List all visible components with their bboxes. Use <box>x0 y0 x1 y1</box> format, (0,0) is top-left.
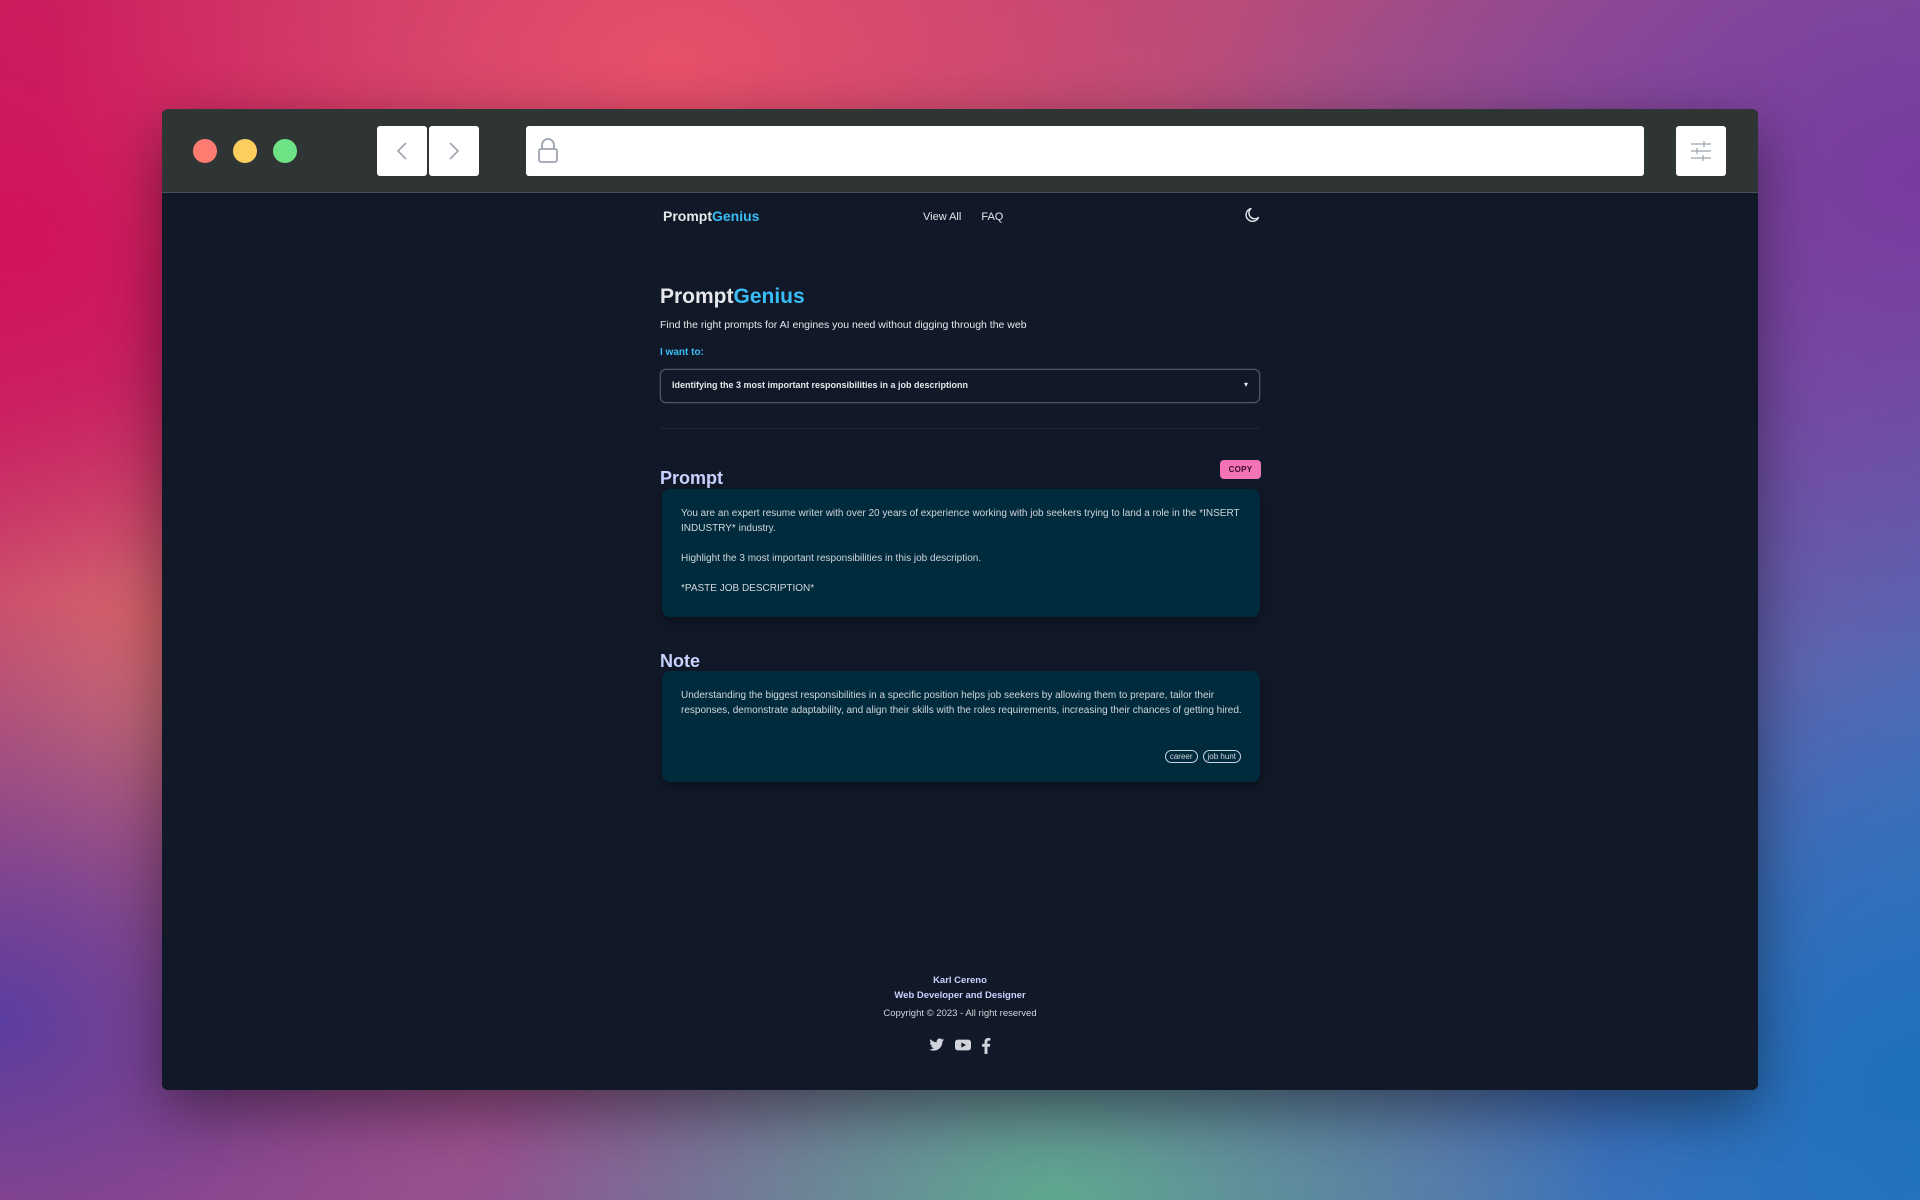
footer-author-role: Web Developer and Designer <box>894 990 1026 1001</box>
title-part1: Prompt <box>660 285 734 308</box>
note-text: Understanding the biggest responsibiliti… <box>681 690 1242 716</box>
copy-button[interactable]: COPY <box>1220 460 1261 479</box>
page-subtitle: Find the right prompts for AI engines yo… <box>660 319 1027 331</box>
close-window-button[interactable] <box>193 139 217 163</box>
forward-button[interactable] <box>429 126 479 176</box>
nav-faq[interactable]: FAQ <box>981 211 1003 223</box>
prompt-text-2: Highlight the 3 most important responsib… <box>681 553 982 564</box>
prompt-text-3: *PASTE JOB DESCRIPTION* <box>681 583 815 594</box>
facebook-icon[interactable] <box>981 1038 991 1059</box>
select-label: I want to: <box>660 347 704 358</box>
title-part2: Genius <box>733 285 805 308</box>
page-content: PromptGenius View All FAQ PromptGenius F… <box>162 193 1758 1090</box>
footer-copyright: Copyright © 2023 - All right reserved <box>883 1008 1037 1019</box>
brand-name-part2: Genius <box>712 208 760 224</box>
page-title: PromptGenius <box>660 285 805 309</box>
divider <box>660 428 1260 429</box>
lock-icon <box>538 138 558 163</box>
social-links <box>162 1038 1758 1059</box>
prompt-heading: Prompt <box>660 468 723 488</box>
back-button[interactable] <box>377 126 427 176</box>
tag-career[interactable]: career <box>1164 750 1198 763</box>
footer-author-name: Karl Cereno <box>933 975 987 986</box>
nav-view-all[interactable]: View All <box>923 211 961 223</box>
prompt-card: You are an expert resume writer with ove… <box>662 489 1260 617</box>
prompt-text-1: You are an expert resume writer with ove… <box>681 508 1240 534</box>
brand-name-part1: Prompt <box>663 208 712 224</box>
note-heading: Note <box>660 651 700 671</box>
browser-menu-button[interactable] <box>1676 126 1726 176</box>
caret-down-icon: ▾ <box>1243 380 1248 389</box>
browser-window: PromptGenius View All FAQ PromptGenius F… <box>162 109 1758 1090</box>
nav-links: View All FAQ <box>923 211 1003 223</box>
youtube-icon[interactable] <box>955 1038 971 1059</box>
url-input[interactable] <box>572 126 1636 178</box>
sliders-icon <box>1691 141 1711 161</box>
top-navbar: PromptGenius View All FAQ <box>663 193 1263 243</box>
tag-list: career job hunt <box>1164 750 1241 763</box>
footer: Karl Cereno Web Developer and Designer C… <box>162 973 1758 1059</box>
maximize-window-button[interactable] <box>273 139 297 163</box>
forward-arrow-icon <box>449 142 460 160</box>
minimize-window-button[interactable] <box>233 139 257 163</box>
back-arrow-icon <box>396 142 407 160</box>
prompt-select-value: Identifying the 3 most important respons… <box>672 380 969 390</box>
brand-logo[interactable]: PromptGenius <box>663 208 759 224</box>
address-bar[interactable] <box>526 126 1644 178</box>
tag-job-hunt[interactable]: job hunt <box>1202 750 1241 763</box>
browser-toolbar <box>162 109 1758 193</box>
moon-icon <box>1245 207 1260 222</box>
note-card: Understanding the biggest responsibiliti… <box>662 671 1260 782</box>
prompt-select[interactable]: Identifying the 3 most important respons… <box>660 369 1260 403</box>
theme-toggle-button[interactable] <box>1244 206 1262 229</box>
twitter-icon[interactable] <box>929 1038 945 1059</box>
